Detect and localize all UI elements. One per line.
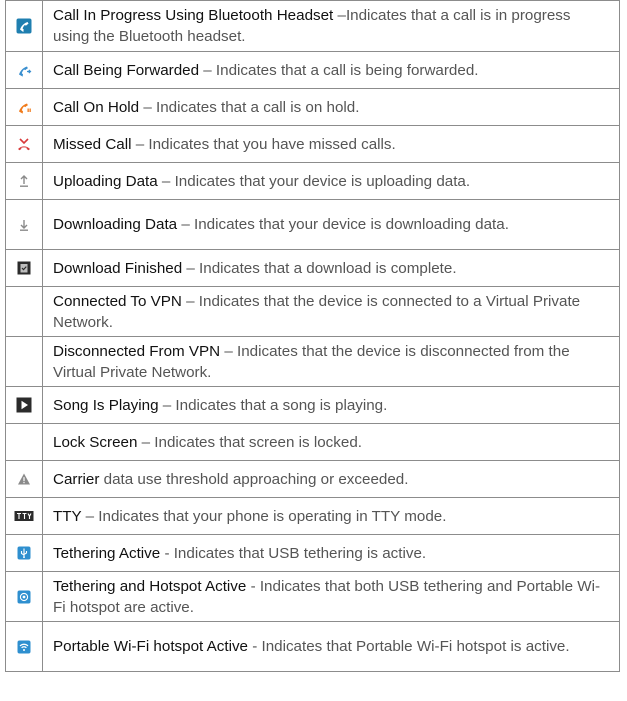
row-text: Call In Progress Using Bluetooth Headset… — [42, 0, 620, 52]
play-icon — [16, 397, 32, 413]
table-row: Lock Screen – Indicates that screen is l… — [5, 423, 620, 461]
row-text: Song Is Playing – Indicates that a song … — [42, 386, 620, 424]
table-row: Missed Call – Indicates that you have mi… — [5, 125, 620, 163]
row-description: – Indicates that your device is download… — [177, 216, 509, 233]
row-description: – Indicates that a call is being forward… — [199, 61, 479, 79]
row-term: Call In Progress Using Bluetooth Headset — [53, 7, 334, 24]
row-description: – Indicates that a download is complete. — [182, 259, 457, 277]
row-text: Tethering Active - Indicates that USB te… — [42, 534, 620, 572]
icon-cell — [5, 534, 43, 572]
icon-cell — [5, 51, 43, 89]
download-icon — [16, 217, 32, 233]
row-text: Disconnected From VPN – Indicates that t… — [42, 336, 620, 387]
icon-cell — [5, 423, 43, 461]
row-text: Downloading Data – Indicates that your d… — [42, 199, 620, 250]
row-term: Uploading Data — [53, 172, 158, 190]
usb-tethering-icon — [16, 545, 32, 561]
row-term: Tethering Active — [53, 544, 161, 562]
table-row: Call On Hold – Indicates that a call is … — [5, 88, 620, 126]
table-row: Song Is Playing – Indicates that a song … — [5, 386, 620, 424]
row-text: Uploading Data – Indicates that your dev… — [42, 162, 620, 200]
row-description: - Indicates that USB tethering is active… — [160, 544, 427, 562]
row-term: Missed Call — [53, 135, 132, 153]
icon-cell — [5, 497, 43, 535]
row-description: – Indicates that a call is on hold. — [139, 98, 360, 116]
table-row: Portable Wi-Fi hotspot Active - Indicate… — [5, 621, 620, 672]
table-row: Tethering Active - Indicates that USB te… — [5, 534, 620, 572]
row-text: Download Finished – Indicates that a dow… — [42, 249, 620, 287]
download-finished-icon — [16, 260, 32, 276]
icon-cell — [5, 125, 43, 163]
row-text: TTY – Indicates that your phone is opera… — [42, 497, 620, 535]
icon-cell — [5, 162, 43, 200]
row-text: Call On Hold – Indicates that a call is … — [42, 88, 620, 126]
table-row: Call Being Forwarded – Indicates that a … — [5, 51, 620, 89]
row-term: Connected To VPN — [53, 292, 182, 310]
icon-cell — [5, 336, 43, 387]
row-term: Portable Wi-Fi hotspot Active — [53, 638, 248, 655]
row-text: Portable Wi-Fi hotspot Active - Indicate… — [42, 621, 620, 672]
row-term: TTY — [53, 507, 82, 525]
row-term: Song Is Playing — [53, 396, 159, 414]
row-description: – Indicates that screen is locked. — [137, 433, 362, 451]
table-row: Call In Progress Using Bluetooth Headset… — [5, 0, 620, 52]
row-description: – Indicates that your device is uploadin… — [157, 172, 471, 190]
call-on-hold-icon — [16, 99, 32, 115]
upload-icon — [16, 173, 32, 189]
icon-cell — [5, 88, 43, 126]
row-text: Call Being Forwarded – Indicates that a … — [42, 51, 620, 89]
missed-call-icon — [16, 136, 32, 152]
table-row: TTY – Indicates that your phone is opera… — [5, 497, 620, 535]
row-term: Disconnected From VPN — [53, 342, 221, 360]
row-term: Tethering and Hotspot Active — [53, 577, 247, 595]
icon-cell — [5, 0, 43, 52]
call-forwarded-icon — [16, 62, 32, 78]
table-row: Disconnected From VPN – Indicates that t… — [5, 336, 620, 387]
table-row: Downloading Data – Indicates that your d… — [5, 199, 620, 250]
table-row: Connected To VPN – Indicates that the de… — [5, 286, 620, 337]
warning-icon — [16, 471, 32, 487]
row-term: Call On Hold — [53, 98, 140, 116]
icon-cell — [5, 199, 43, 250]
table-row: Download Finished – Indicates that a dow… — [5, 249, 620, 287]
icon-cell — [5, 621, 43, 672]
icon-cell — [5, 249, 43, 287]
row-description: – Indicates that you have missed calls. — [131, 135, 396, 153]
row-description: - Indicates that Portable Wi-Fi hotspot … — [247, 638, 570, 655]
tethering-hotspot-icon — [16, 589, 32, 605]
row-term: Download Finished — [53, 259, 183, 277]
icon-cell — [5, 460, 43, 498]
row-text: Lock Screen – Indicates that screen is l… — [42, 423, 620, 461]
status-icons-table: Call In Progress Using Bluetooth Headset… — [5, 0, 620, 672]
row-text: Missed Call – Indicates that you have mi… — [42, 125, 620, 163]
row-term: Downloading Data — [53, 216, 178, 233]
row-term: Call Being Forwarded — [53, 61, 200, 79]
table-row: Tethering and Hotspot Active - Indicates… — [5, 571, 620, 622]
row-description: – Indicates that your phone is operating… — [81, 507, 447, 525]
row-term: Carrier — [53, 470, 100, 488]
bluetooth-call-icon — [16, 18, 32, 34]
row-text: Connected To VPN – Indicates that the de… — [42, 286, 620, 337]
table-row: Uploading Data – Indicates that your dev… — [5, 162, 620, 200]
wifi-hotspot-icon — [16, 639, 32, 655]
tty-icon — [14, 508, 34, 524]
icon-cell — [5, 571, 43, 622]
row-text: Carrier data use threshold approaching o… — [42, 460, 620, 498]
row-description: – Indicates that a song is playing. — [158, 396, 388, 414]
icon-cell — [5, 286, 43, 337]
icon-cell — [5, 386, 43, 424]
table-row: Carrier data use threshold approaching o… — [5, 460, 620, 498]
row-description: data use threshold approaching or exceed… — [99, 470, 409, 488]
row-term: Lock Screen — [53, 433, 138, 451]
row-text: Tethering and Hotspot Active - Indicates… — [42, 571, 620, 622]
